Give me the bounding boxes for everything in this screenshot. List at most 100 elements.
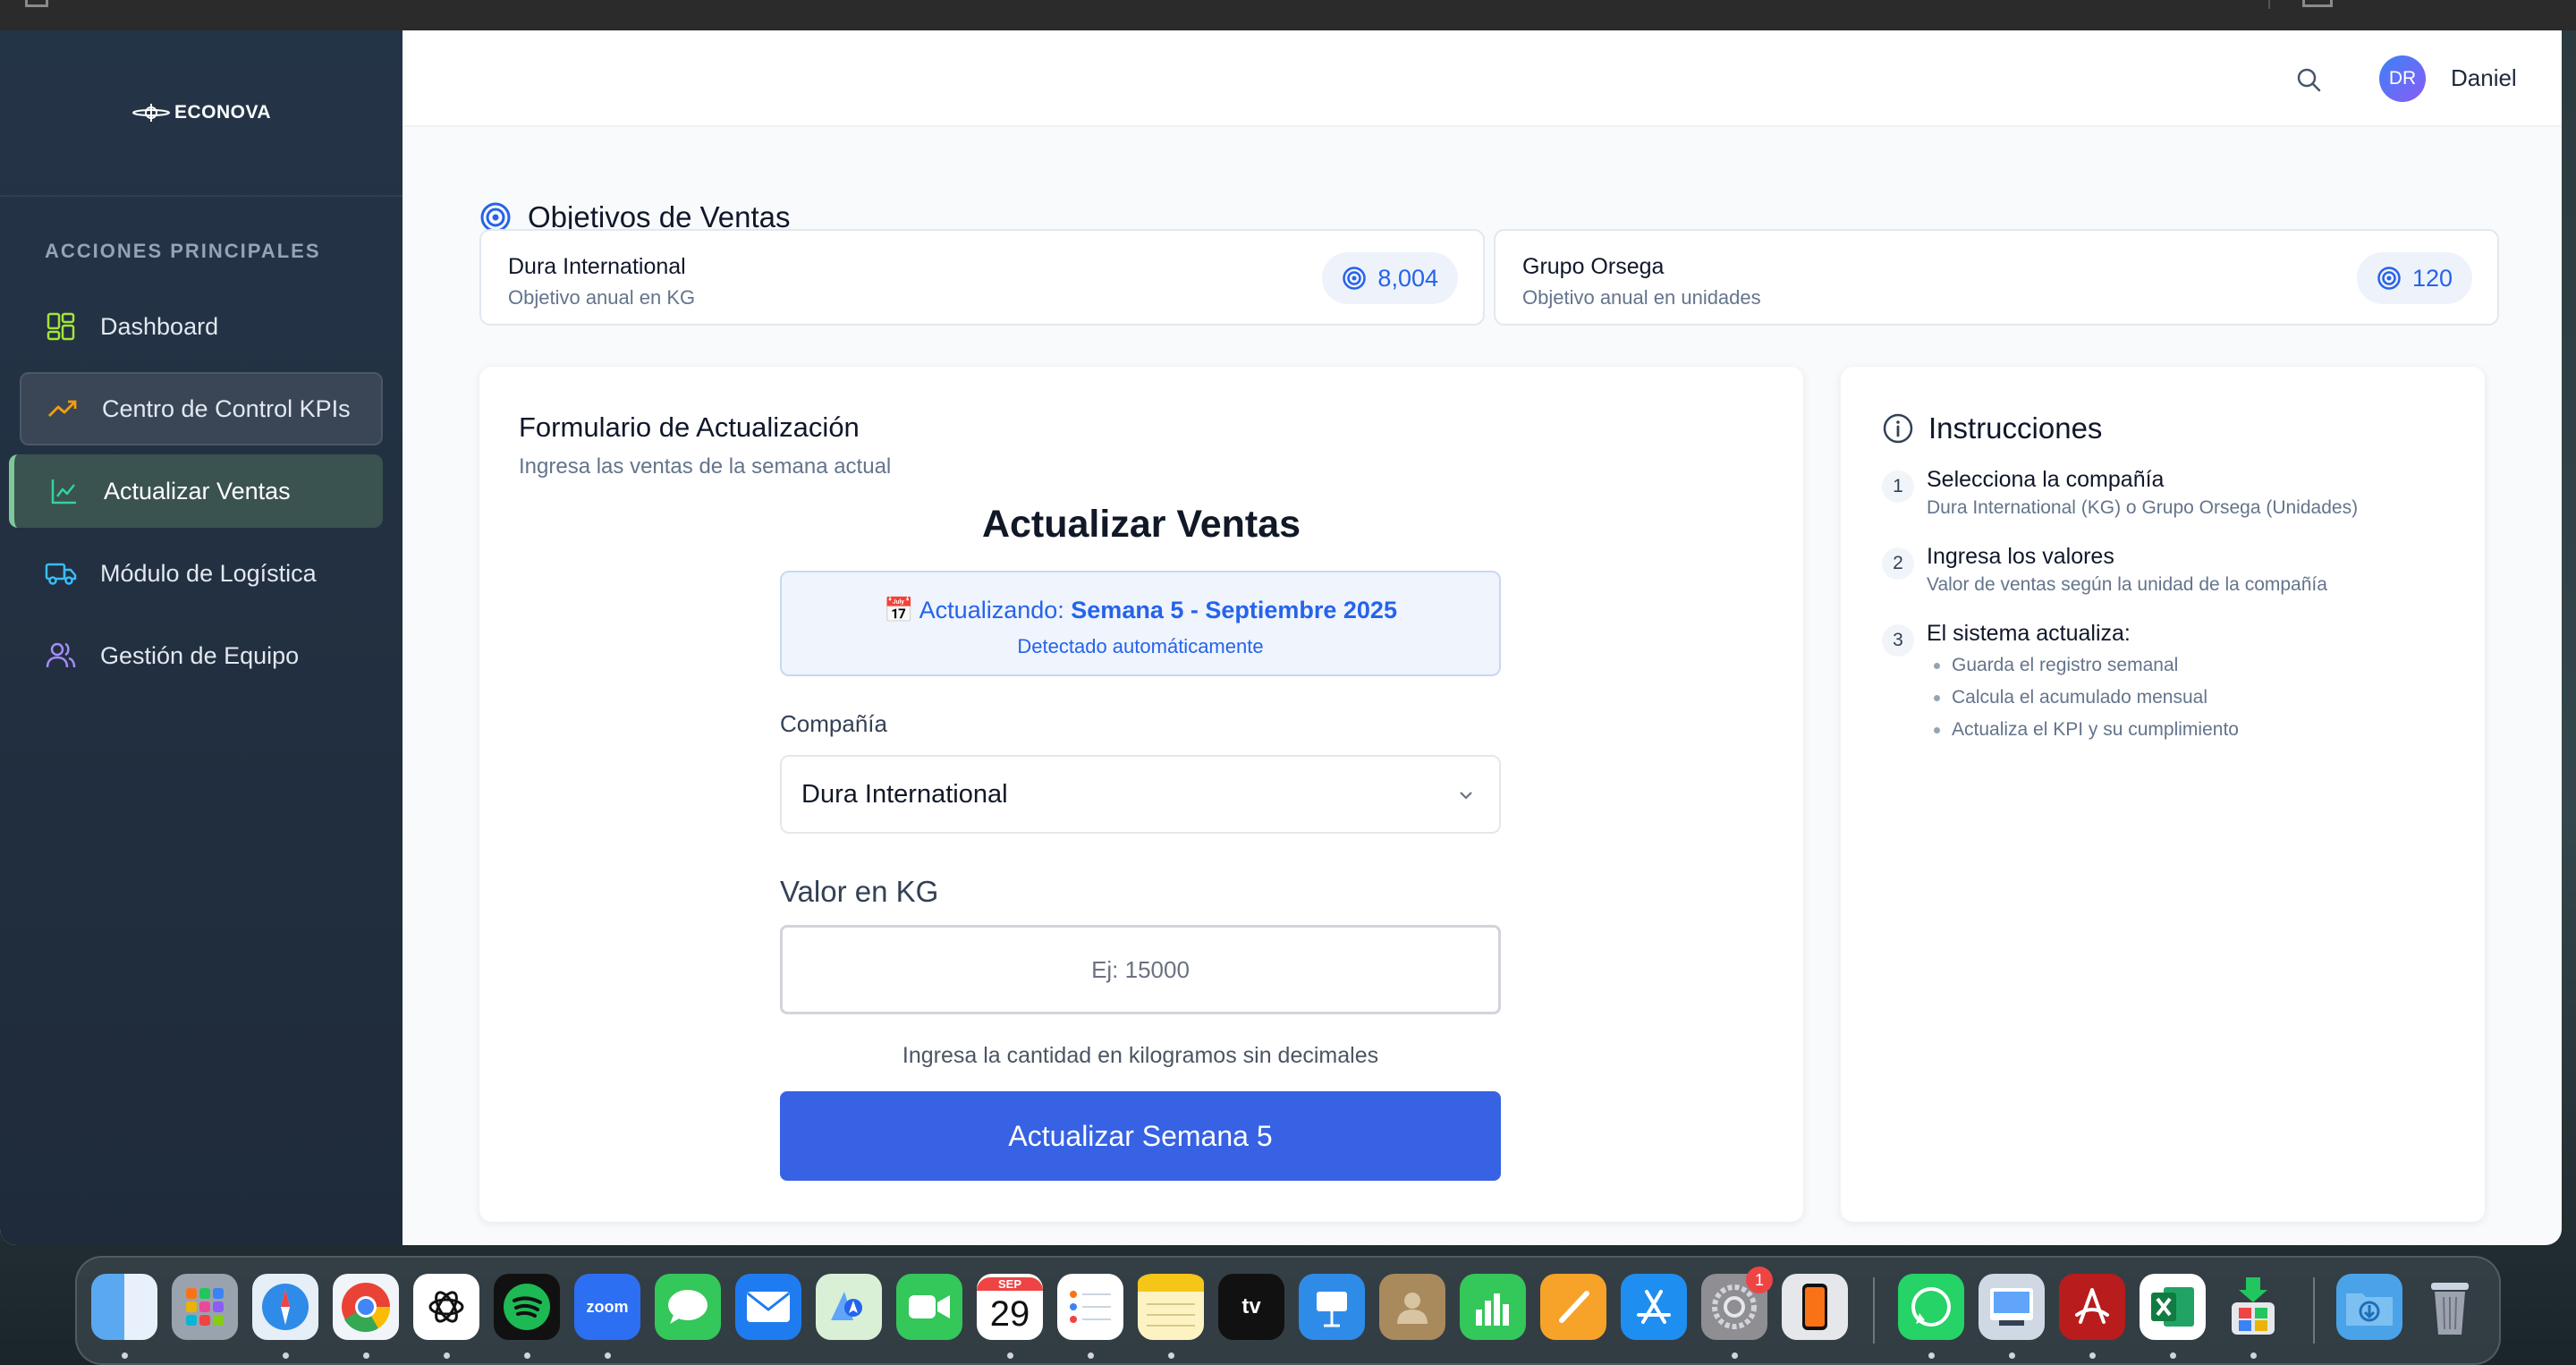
facetime-icon[interactable] xyxy=(896,1274,962,1340)
instructions-card: Instrucciones 1 Selecciona la compañía D… xyxy=(1841,367,2485,1222)
messages-icon[interactable] xyxy=(655,1274,721,1340)
keynote-icon[interactable] xyxy=(1299,1274,1365,1340)
list-item: Actualiza el KPI y su cumplimiento xyxy=(1927,714,2239,746)
sidebar-item-kpi-control[interactable]: Centro de Control KPIs xyxy=(20,372,383,445)
acrobat-icon[interactable] xyxy=(2059,1274,2125,1340)
sidebar-item-label: Centro de Control KPIs xyxy=(102,394,351,422)
installer-icon[interactable] xyxy=(2220,1274,2286,1340)
target-card-orsega: Grupo Orsega Objetivo anual en unidades … xyxy=(1494,229,2499,326)
downloads-folder-icon[interactable] xyxy=(2336,1274,2402,1340)
user-name[interactable]: Daniel xyxy=(2451,64,2517,92)
running-indicator xyxy=(2009,1352,2015,1359)
week-line: 📅 Actualizando: Semana 5 - Septiembre 20… xyxy=(782,596,1499,624)
brand-name: ECONOVA xyxy=(174,102,272,123)
numbers-icon[interactable] xyxy=(1460,1274,1526,1340)
trash-icon[interactable] xyxy=(2417,1274,2483,1340)
launchpad-icon[interactable] xyxy=(172,1274,238,1340)
system-settings-icon[interactable]: 1 xyxy=(1701,1267,1773,1340)
form-card-title: Formulario de Actualización xyxy=(519,411,860,443)
econova-logo-icon xyxy=(131,104,170,122)
sidebar-section-title: ACCIONES PRINCIPALES xyxy=(45,240,321,262)
target-value-badge: 8,004 xyxy=(1322,252,1458,304)
step-number: 3 xyxy=(1882,624,1914,657)
calendar-icon[interactable]: SEP 29 xyxy=(977,1274,1043,1340)
sidebar-item-label: Dashboard xyxy=(100,312,219,340)
chrome-icon[interactable] xyxy=(333,1274,399,1340)
zoom-icon[interactable]: zoom xyxy=(574,1274,640,1340)
mail-icon[interactable] xyxy=(735,1274,801,1340)
contacts-icon[interactable] xyxy=(1379,1274,1445,1340)
brand-logo[interactable]: ECONOVA xyxy=(131,101,271,124)
running-indicator xyxy=(283,1352,289,1359)
window-tabs-icon[interactable] xyxy=(2302,0,2333,7)
running-indicator xyxy=(444,1352,450,1359)
running-indicator xyxy=(122,1352,128,1359)
reminders-icon[interactable] xyxy=(1057,1274,1123,1340)
target-value: 8,004 xyxy=(1377,264,1438,292)
apple-tv-icon[interactable]: tv xyxy=(1218,1274,1284,1340)
grid-icon xyxy=(45,310,77,343)
users-icon xyxy=(45,640,77,672)
trending-up-icon xyxy=(47,393,79,425)
step-number: 1 xyxy=(1882,471,1914,503)
sidebar-nav: Dashboard Centro de Control KPIs Actuali… xyxy=(0,290,402,692)
macos-dock: zoom SEP 29 tv 1 xyxy=(75,1256,2501,1365)
target-value: 120 xyxy=(2411,264,2453,292)
target-company: Grupo Orsega xyxy=(1522,254,1665,279)
sidebar-item-team[interactable]: Gestión de Equipo xyxy=(20,619,383,692)
running-indicator xyxy=(2250,1352,2257,1359)
dock-separator xyxy=(1873,1277,1875,1344)
avatar[interactable]: DR xyxy=(2379,55,2426,102)
logo-area: ECONOVA xyxy=(0,30,402,197)
chatgpt-icon[interactable] xyxy=(413,1274,479,1340)
calendar-day: 29 xyxy=(989,1293,1030,1334)
preview-icon[interactable] xyxy=(1979,1274,2045,1340)
value-kg-input[interactable] xyxy=(780,925,1501,1014)
pages-icon[interactable] xyxy=(1540,1274,1606,1340)
whatsapp-icon[interactable] xyxy=(1898,1274,1964,1340)
running-indicator xyxy=(2170,1352,2176,1359)
sidebar-item-label: Actualizar Ventas xyxy=(104,477,291,504)
sidebar-item-logistics[interactable]: Módulo de Logística xyxy=(20,537,383,610)
app-store-icon[interactable] xyxy=(1621,1274,1687,1340)
title-bar-divider xyxy=(2268,0,2270,9)
spotify-icon[interactable] xyxy=(494,1274,560,1340)
step-description: Dura International (KG) o Grupo Orsega (… xyxy=(1927,497,2359,518)
instructions-title-text: Instrucciones xyxy=(1928,411,2103,445)
target-value-badge: 120 xyxy=(2356,252,2472,304)
step-title: El sistema actualiza: xyxy=(1927,621,2131,646)
sidebar-item-update-sales[interactable]: Actualizar Ventas xyxy=(9,454,383,528)
sidebar-toggle-icon[interactable] xyxy=(25,0,48,7)
submit-update-button[interactable]: Actualizar Semana 5 xyxy=(780,1091,1501,1181)
app-window: ECONOVA ACCIONES PRINCIPALES Dashboard C… xyxy=(0,30,2562,1245)
running-indicator xyxy=(1007,1352,1013,1359)
top-header: DR Daniel xyxy=(402,30,2562,127)
chevron-down-icon xyxy=(1460,792,1472,800)
line-chart-icon xyxy=(48,475,80,507)
form-card-subtitle: Ingresa las ventas de la semana actual xyxy=(519,454,892,479)
sidebar-item-label: Gestión de Equipo xyxy=(100,641,300,669)
truck-icon xyxy=(45,557,77,589)
target-card-dura: Dura International Objetivo anual en KG … xyxy=(479,229,1485,326)
company-select[interactable]: Dura International xyxy=(780,755,1501,834)
target-icon xyxy=(2377,267,2401,290)
main-content: Objetivos de Ventas Dura International O… xyxy=(402,127,2562,1245)
form-heading: Actualizar Ventas xyxy=(981,503,1301,546)
running-indicator xyxy=(1732,1352,1738,1359)
maps-icon[interactable] xyxy=(816,1274,882,1340)
iphone-mirroring-icon[interactable] xyxy=(1782,1274,1848,1340)
sidebar-item-dashboard[interactable]: Dashboard xyxy=(20,290,383,363)
target-subtitle: Objetivo anual en unidades xyxy=(1522,286,1761,309)
sidebar: ECONOVA ACCIONES PRINCIPALES Dashboard C… xyxy=(0,30,402,1245)
safari-icon[interactable] xyxy=(252,1274,318,1340)
excel-icon[interactable] xyxy=(2140,1274,2206,1340)
running-indicator xyxy=(2089,1352,2096,1359)
current-week-banner: 📅 Actualizando: Semana 5 - Septiembre 20… xyxy=(780,571,1501,676)
search-icon[interactable] xyxy=(2295,66,2322,93)
notes-icon[interactable] xyxy=(1138,1274,1204,1340)
info-icon xyxy=(1883,413,1913,444)
finder-icon[interactable] xyxy=(91,1274,157,1340)
step-bullet-list: Guarda el registro semanal Calcula el ac… xyxy=(1927,649,2239,746)
update-form-card: Formulario de Actualización Ingresa las … xyxy=(479,367,1803,1222)
week-prefix: 📅 Actualizando: xyxy=(884,597,1072,623)
